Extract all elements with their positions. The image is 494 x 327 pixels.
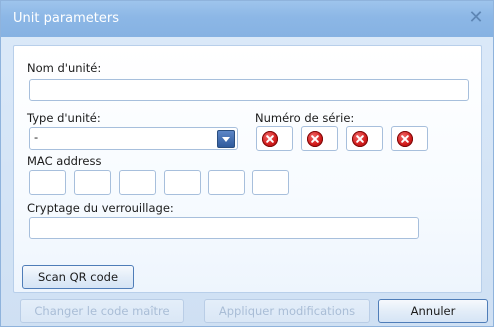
unit-name-input[interactable] xyxy=(29,79,469,101)
change-master-code-button[interactable]: Changer le code maître xyxy=(20,299,184,323)
serial-field-1[interactable] xyxy=(256,126,293,151)
error-icon xyxy=(307,131,323,147)
lock-encryption-input[interactable] xyxy=(29,217,419,239)
mac-field-1[interactable] xyxy=(29,170,66,195)
apply-changes-button[interactable]: Appliquer modifications xyxy=(204,299,370,323)
form-panel: Nom d'unité: Type d'unité: - Numéro de s… xyxy=(13,45,482,293)
unit-name-label: Nom d'unité: xyxy=(27,61,102,75)
cancel-button[interactable]: Annuler xyxy=(378,299,488,323)
scan-qr-code-button[interactable]: Scan QR code xyxy=(22,265,134,289)
unit-parameters-dialog: Unit parameters ✕ Nom d'unité: Type d'un… xyxy=(0,0,494,327)
error-icon xyxy=(397,131,413,147)
dialog-title: Unit parameters xyxy=(13,11,119,26)
mac-field-2[interactable] xyxy=(74,170,111,195)
unit-type-value: - xyxy=(34,130,39,144)
serial-field-2[interactable] xyxy=(301,126,338,151)
error-icon xyxy=(352,131,368,147)
mac-field-5[interactable] xyxy=(208,170,245,195)
unit-type-select[interactable]: - xyxy=(29,127,238,150)
serial-number-label: Numéro de série: xyxy=(255,111,355,125)
chevron-down-icon[interactable] xyxy=(217,130,235,148)
title-bar[interactable]: Unit parameters ✕ xyxy=(1,1,493,37)
close-icon[interactable]: ✕ xyxy=(465,7,487,29)
serial-field-3[interactable] xyxy=(346,126,383,151)
error-icon xyxy=(262,131,278,147)
unit-type-label: Type d'unité: xyxy=(27,111,101,125)
mac-address-label: MAC address xyxy=(27,154,102,168)
lock-encryption-label: Cryptage du verrouillage: xyxy=(27,201,174,215)
mac-field-4[interactable] xyxy=(164,170,201,195)
mac-field-6[interactable] xyxy=(252,170,289,195)
mac-field-3[interactable] xyxy=(119,170,156,195)
serial-field-4[interactable] xyxy=(391,126,428,151)
